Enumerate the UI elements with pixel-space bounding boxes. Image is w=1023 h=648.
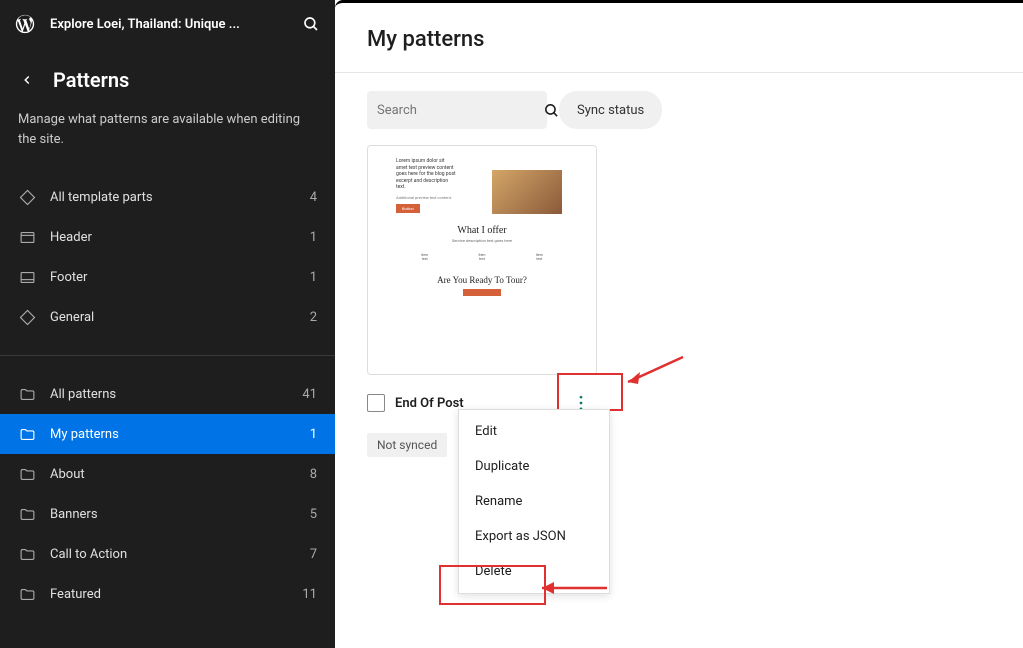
section-description: Manage what patterns are available when … [0, 110, 335, 169]
folder-icon [18, 505, 36, 523]
actions-dropdown: Edit Duplicate Rename Export as JSON Del… [458, 409, 610, 594]
nav-all-patterns[interactable]: All patterns 41 [0, 374, 335, 414]
content: Lorem ipsum dolor sit amet text preview … [335, 145, 1023, 457]
page-title: My patterns [367, 27, 991, 52]
search-input[interactable] [377, 103, 543, 118]
wordpress-icon[interactable] [12, 11, 38, 37]
pattern-card[interactable]: Lorem ipsum dolor sit amet text preview … [367, 145, 597, 375]
nav-call-to-action[interactable]: Call to Action 7 [0, 534, 335, 574]
nav-my-patterns[interactable]: My patterns 1 [0, 414, 335, 454]
folder-icon [18, 385, 36, 403]
annotation-arrow-icon [532, 578, 612, 598]
nav-featured[interactable]: Featured 11 [0, 574, 335, 614]
preview-heading-2: Are You Ready To Tour? [396, 275, 568, 285]
annotation-arrow-icon [618, 352, 688, 392]
nav-header[interactable]: Header 1 [0, 217, 335, 257]
dropdown-edit[interactable]: Edit [459, 414, 609, 449]
template-parts-list: All template parts 4 Header 1 Footer 1 G… [0, 169, 335, 345]
pattern-preview: Lorem ipsum dolor sit amet text preview … [368, 146, 596, 374]
dropdown-duplicate[interactable]: Duplicate [459, 449, 609, 484]
folder-icon [18, 545, 36, 563]
search-icon[interactable] [299, 12, 323, 36]
top-bar: Explore Loei, Thailand: Unique ... [0, 0, 335, 48]
section-header: Patterns [0, 48, 335, 110]
nav-about[interactable]: About 8 [0, 454, 335, 494]
diamond-icon [18, 308, 36, 326]
main-header: My patterns [335, 3, 1023, 72]
sync-status-button[interactable]: Sync status [559, 91, 662, 129]
folder-icon [18, 585, 36, 603]
back-icon[interactable] [18, 71, 36, 89]
header-icon [18, 228, 36, 246]
sidebar: Explore Loei, Thailand: Unique ... Patte… [0, 0, 335, 648]
nav-general[interactable]: General 2 [0, 297, 335, 337]
preview-heading: What I offer [396, 225, 568, 236]
folder-icon [18, 465, 36, 483]
preview-image [492, 170, 562, 214]
footer-icon [18, 268, 36, 286]
preview-button-2 [463, 289, 501, 296]
site-title[interactable]: Explore Loei, Thailand: Unique ... [50, 17, 299, 32]
main-panel: My patterns Sync status Lorem ipsum dolo… [335, 0, 1023, 648]
diamond-icon [18, 188, 36, 206]
sync-status-tag: Not synced [367, 433, 447, 457]
preview-button: Button [396, 204, 420, 213]
folder-icon [18, 425, 36, 443]
patterns-list: All patterns 41 My patterns 1 About 8 Ba… [0, 366, 335, 622]
dropdown-rename[interactable]: Rename [459, 484, 609, 519]
nav-all-template-parts[interactable]: All template parts 4 [0, 177, 335, 217]
dropdown-export-json[interactable]: Export as JSON [459, 519, 609, 554]
search-icon[interactable] [543, 101, 560, 119]
section-title: Patterns [53, 68, 129, 92]
nav-footer[interactable]: Footer 1 [0, 257, 335, 297]
pattern-checkbox[interactable] [367, 394, 385, 412]
toolbar: Sync status [367, 73, 1023, 145]
search-box[interactable] [367, 91, 547, 129]
nav-banners[interactable]: Banners 5 [0, 494, 335, 534]
divider [0, 355, 335, 356]
